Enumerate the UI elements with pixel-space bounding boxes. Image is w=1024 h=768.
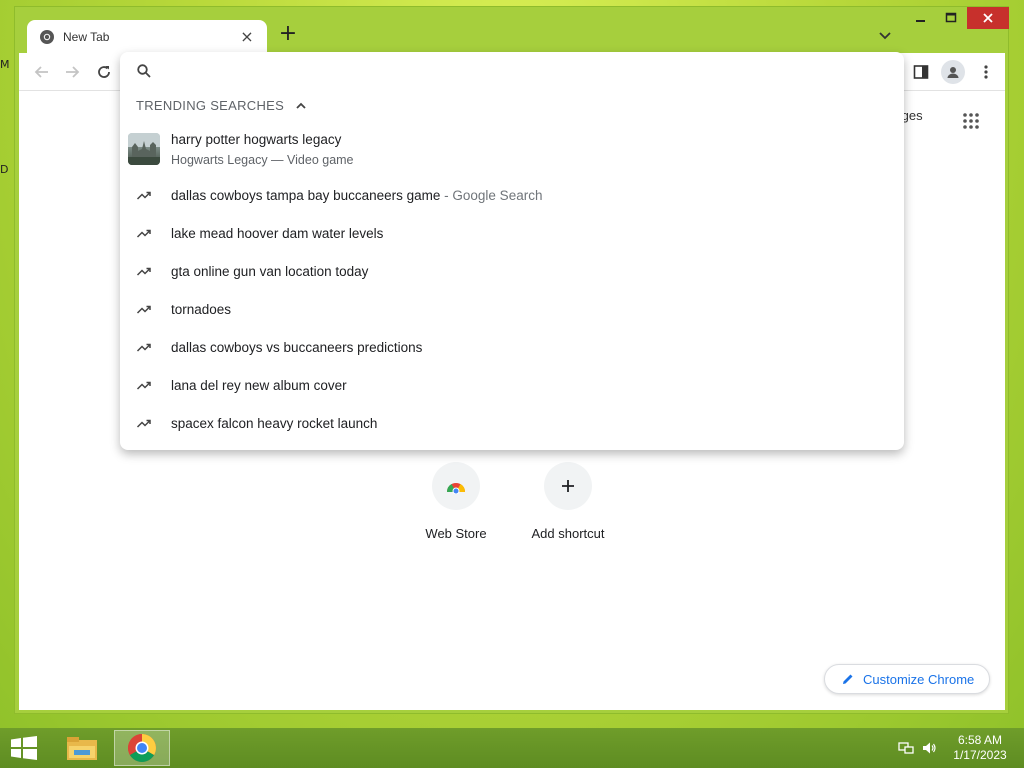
suggestion-item[interactable]: tornadoes — [120, 290, 904, 328]
suggestion-text: spacex falcon heavy rocket launch — [171, 415, 378, 431]
windows-start-icon[interactable] — [10, 736, 38, 760]
clock[interactable]: 6:58 AM 1/17/2023 — [944, 733, 1016, 763]
minimize-icon — [916, 20, 925, 22]
network-icon[interactable] — [898, 740, 914, 756]
clock-date: 1/17/2023 — [953, 748, 1007, 762]
trending-header-label: TRENDING SEARCHES — [136, 98, 285, 113]
suggestion-title: harry potter hogwarts legacy — [171, 132, 342, 147]
back-arrow-icon[interactable] — [33, 63, 51, 81]
suggestion-source: - Google Search — [440, 187, 543, 203]
customize-chrome-button[interactable]: Customize Chrome — [824, 664, 990, 694]
taskbar: 6:58 AM 1/17/2023 — [0, 728, 1024, 768]
plus-icon — [562, 480, 574, 492]
omnibox-input[interactable] — [164, 60, 884, 82]
suggestion-item[interactable]: dallas cowboys tampa bay buccaneers game… — [120, 176, 904, 214]
omnibox-dropdown: TRENDING SEARCHES harry potter hogwarts … — [120, 52, 904, 450]
search-icon — [137, 64, 151, 78]
shortcut-label: Add shortcut — [531, 526, 605, 541]
suggestion-item[interactable]: lake mead hoover dam water levels — [120, 214, 904, 252]
tab-new-tab[interactable]: New Tab × — [27, 20, 267, 54]
suggestion-subtitle: Hogwarts Legacy — Video game — [171, 153, 354, 167]
shortcut-tile — [544, 462, 592, 510]
reload-icon[interactable] — [95, 63, 113, 81]
castle-image-icon — [128, 133, 160, 165]
suggestion-item[interactable]: dallas cowboys vs buccaneers predictions — [120, 328, 904, 366]
minimize-button[interactable] — [909, 7, 933, 29]
taskbar-file-explorer[interactable] — [54, 730, 110, 766]
customize-chrome-label: Customize Chrome — [863, 671, 975, 687]
close-icon — [983, 13, 993, 23]
taskbar-chrome[interactable] — [114, 730, 170, 766]
chevron-up-icon[interactable] — [294, 99, 308, 113]
tab-strip: New Tab × + — [15, 7, 1009, 54]
maximize-icon — [945, 12, 957, 23]
desktop-icon-label: D — [0, 163, 9, 176]
chevron-down-icon[interactable] — [877, 27, 893, 43]
hogwarts-legacy-thumbnail — [128, 133, 160, 165]
shortcut-web-store[interactable]: Web Store — [406, 462, 506, 541]
new-tab-button[interactable]: + — [277, 23, 299, 45]
maximize-button[interactable] — [939, 7, 963, 29]
shortcut-tile — [432, 462, 480, 510]
tab-title: New Tab — [63, 30, 110, 44]
suggestion-rich[interactable]: harry potter hogwarts legacy Hogwarts Le… — [120, 128, 904, 174]
chrome-icon — [128, 734, 156, 762]
desktop-icon-label: M — [0, 58, 10, 71]
file-explorer-icon — [67, 737, 97, 760]
trending-searches-header[interactable]: TRENDING SEARCHES — [136, 98, 308, 113]
trending-up-icon — [136, 191, 151, 200]
clock-time: 6:58 AM — [957, 733, 1003, 747]
suggestion-item[interactable]: gta online gun van location today — [120, 252, 904, 290]
trending-up-icon — [136, 343, 151, 352]
trending-up-icon — [136, 305, 151, 314]
google-apps-icon[interactable] — [962, 112, 980, 130]
suggestion-item[interactable]: lana del rey new album cover — [120, 366, 904, 404]
suggestion-text: tornadoes — [171, 301, 232, 317]
kebab-menu-icon[interactable] — [977, 63, 995, 81]
trending-up-icon — [136, 419, 151, 428]
volume-icon[interactable] — [921, 740, 937, 756]
suggestion-text: dallas cowboys vs buccaneers predictions — [171, 339, 423, 355]
shortcut-add[interactable]: Add shortcut — [518, 462, 618, 541]
suggestion-item[interactable]: spacex falcon heavy rocket launch — [120, 404, 904, 442]
forward-arrow-icon[interactable] — [63, 63, 81, 81]
side-panel-icon[interactable] — [912, 63, 930, 81]
profile-button[interactable] — [941, 60, 965, 84]
suggestion-text: gta online gun van location today — [171, 263, 369, 279]
suggestion-text: dallas cowboys tampa bay buccaneers game… — [171, 187, 543, 203]
chrome-webstore-icon — [446, 483, 466, 494]
trending-up-icon — [136, 229, 151, 238]
close-tab-icon[interactable]: × — [239, 29, 255, 45]
trending-up-icon — [136, 267, 151, 276]
suggestion-text: lana del rey new album cover — [171, 377, 347, 393]
suggestion-text: lake mead hoover dam water levels — [171, 225, 384, 241]
shortcut-label: Web Store — [425, 526, 487, 541]
pencil-icon — [843, 674, 853, 684]
close-window-button[interactable] — [967, 7, 1009, 29]
profile-avatar-icon — [947, 67, 959, 78]
chrome-logo-icon — [40, 30, 54, 44]
trending-up-icon — [136, 381, 151, 390]
